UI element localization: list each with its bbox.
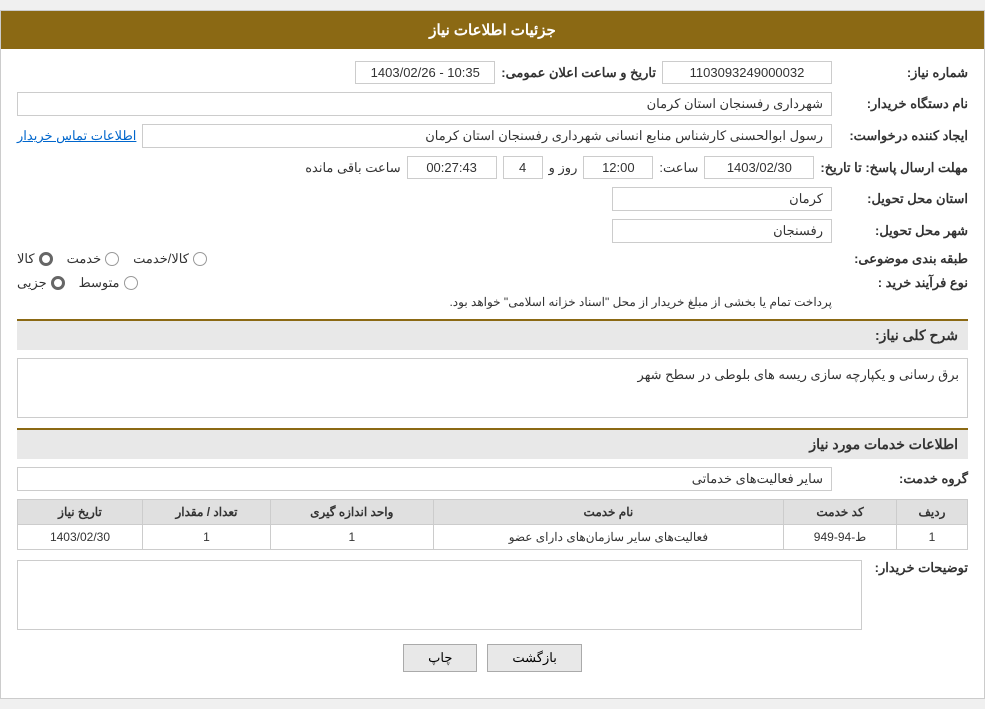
org-name-value: شهرداری رفسنجان استان کرمان (17, 92, 832, 116)
table-cell-row: 1 (896, 525, 967, 550)
col-header-3: واحد اندازه گیری (271, 500, 433, 525)
need-number-value: 1103093249000032 (662, 61, 832, 84)
category-radio-group: کالا/خدمت خدمت کالا (17, 251, 832, 267)
col-header-0: ردیف (896, 500, 967, 525)
buyer-desc-label: توضیحات خریدار: (868, 560, 968, 576)
buyer-desc-value (17, 560, 862, 630)
category-option-label-2: کالا (17, 251, 35, 267)
org-name-label: نام دستگاه خریدار: (838, 96, 968, 112)
response-deadline-label: مهلت ارسال پاسخ: تا تاریخ: (820, 160, 968, 176)
col-header-2: نام خدمت (433, 500, 784, 525)
category-option-0[interactable]: کالا/خدمت (133, 251, 207, 267)
category-option-1[interactable]: خدمت (67, 251, 120, 267)
purchase-type-option-1[interactable]: جزیی (17, 275, 65, 291)
remaining-time-value: 00:27:43 (407, 156, 497, 179)
response-days-label: روز و (549, 160, 578, 176)
purchase-radio-0 (124, 276, 138, 290)
response-time-value: 12:00 (583, 156, 653, 179)
services-table: ردیف کد خدمت نام خدمت واحد اندازه گیری ت… (17, 499, 968, 550)
response-date-value: 1403/02/30 (704, 156, 814, 179)
table-cell-unit: 1 (271, 525, 433, 550)
creator-value: رسول ابوالحسنی کارشناس منابع انسانی شهرد… (142, 124, 832, 148)
col-header-4: تعداد / مقدار (142, 500, 270, 525)
response-days-value: 4 (503, 156, 543, 179)
category-option-label-0: کالا/خدمت (133, 251, 189, 267)
purchase-type-label: نوع فرآیند خرید : (838, 275, 968, 291)
need-number-label: شماره نیاز: (838, 65, 968, 81)
radio-circle-2 (39, 252, 53, 266)
announce-date-label: تاریخ و ساعت اعلان عمومی: (501, 65, 656, 81)
table-cell-name: فعالیت‌های سایر سازمان‌های دارای عضو (433, 525, 784, 550)
table-cell-date: 1403/02/30 (18, 525, 143, 550)
radio-circle-0 (193, 252, 207, 266)
category-option-2[interactable]: کالا (17, 251, 53, 267)
back-button[interactable]: بازگشت (487, 644, 581, 672)
need-description-value: برق رسانی و یکپارچه سازی ریسه های بلوطی … (17, 358, 968, 418)
category-option-label-1: خدمت (67, 251, 102, 267)
col-header-1: کد خدمت (784, 500, 897, 525)
col-header-5: تاریخ نیاز (18, 500, 143, 525)
contact-info-link[interactable]: اطلاعات تماس خریدار (17, 128, 136, 144)
purchase-radio-1 (51, 276, 65, 290)
announce-date-value: 1403/02/26 - 10:35 (355, 61, 495, 84)
radio-circle-1 (105, 252, 119, 266)
service-group-label: گروه خدمت: (838, 471, 968, 487)
page-title: جزئیات اطلاعات نیاز (1, 11, 984, 49)
city-value: رفسنجان (612, 219, 832, 243)
table-row: 1ط-94-949فعالیت‌های سایر سازمان‌های دارا… (18, 525, 968, 550)
creator-label: ایجاد کننده درخواست: (838, 128, 968, 144)
category-label: طبقه بندی موضوعی: (838, 251, 968, 267)
table-cell-code: ط-94-949 (784, 525, 897, 550)
buttons-row: بازگشت چاپ (17, 644, 968, 672)
remaining-label: ساعت باقی مانده (305, 160, 400, 176)
response-time-label: ساعت: (659, 160, 698, 176)
table-cell-quantity: 1 (142, 525, 270, 550)
province-value: کرمان (612, 187, 832, 211)
service-group-value: سایر فعالیت‌های خدماتی (17, 467, 832, 491)
purchase-type-note: پرداخت تمام یا بخشی از مبلغ خریدار از مح… (17, 295, 832, 309)
need-description-section-header: شرح کلی نیاز: (17, 319, 968, 350)
print-button[interactable]: چاپ (403, 644, 477, 672)
purchase-type-label-0: متوسط (79, 275, 120, 291)
purchase-type-option-0[interactable]: متوسط (79, 275, 138, 291)
province-label: استان محل تحویل: (838, 191, 968, 207)
services-section-header: اطلاعات خدمات مورد نیاز (17, 428, 968, 459)
city-label: شهر محل تحویل: (838, 223, 968, 239)
purchase-type-label-1: جزیی (17, 275, 47, 291)
